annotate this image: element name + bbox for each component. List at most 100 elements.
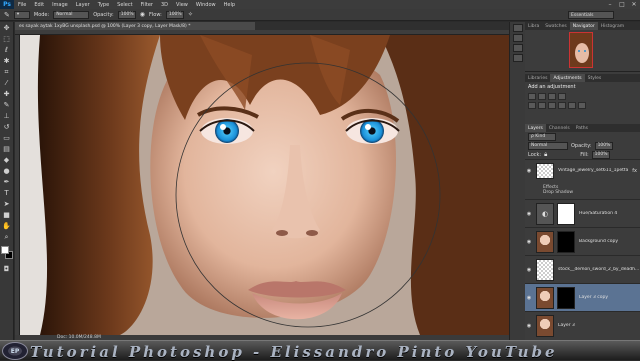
workspace-select[interactable]: Essentials: [568, 11, 614, 19]
move-tool-icon[interactable]: ✥: [1, 23, 13, 33]
curves-icon[interactable]: [548, 93, 556, 100]
menu-filter[interactable]: Filter: [137, 2, 157, 8]
tab-libraries-2[interactable]: Libraries: [525, 74, 550, 82]
pressure-opacity-icon[interactable]: ◉: [140, 11, 145, 18]
marquee-tool-icon[interactable]: ⬚: [1, 34, 13, 44]
character-panel-icon[interactable]: [512, 54, 523, 62]
stamp-tool-icon[interactable]: ⊥: [1, 111, 13, 121]
menu-image[interactable]: Image: [48, 2, 72, 8]
layer-row-selected[interactable]: ◉ Layer 3 copy: [525, 283, 640, 311]
blend-mode-select[interactable]: Normal: [528, 141, 568, 150]
drop-shadow-effect[interactable]: Drop Shadow: [543, 190, 640, 195]
channel-mixer-icon[interactable]: [578, 102, 586, 109]
hue-saturation-icon[interactable]: [538, 102, 546, 109]
tab-histogram[interactable]: Histogram: [598, 22, 627, 30]
mode-select[interactable]: Normal: [53, 10, 90, 19]
layer-row[interactable]: ◉ Background copy: [525, 227, 640, 255]
black-white-icon[interactable]: [558, 102, 566, 109]
foreground-color-swatch[interactable]: [0, 246, 9, 254]
layer-name[interactable]: Layer 3: [558, 323, 575, 328]
brightness-icon[interactable]: [528, 93, 536, 100]
tab-paths[interactable]: Paths: [573, 124, 591, 132]
layer-mask-thumbnail[interactable]: [557, 230, 575, 253]
eyedropper-tool-icon[interactable]: ⁄: [1, 78, 13, 88]
layer-mask-thumbnail[interactable]: [557, 286, 575, 309]
maximize-button[interactable]: □: [616, 0, 628, 9]
color-swatches[interactable]: [0, 246, 13, 260]
opacity-input[interactable]: 100%: [117, 10, 136, 19]
menu-select[interactable]: Select: [113, 2, 136, 8]
layer-row[interactable]: ◉ ◐ Hue/Saturation 4: [525, 199, 640, 227]
visibility-eye-icon[interactable]: ◉: [525, 323, 533, 329]
lasso-tool-icon[interactable]: ℓ: [1, 45, 13, 55]
layer-row[interactable]: ◉ stock__demon_sword_2_by_deadh...: [525, 255, 640, 283]
crop-tool-icon[interactable]: ⌗: [1, 67, 13, 77]
visibility-eye-icon[interactable]: ◉: [525, 295, 533, 301]
layer-opacity-input[interactable]: 100%: [594, 141, 613, 150]
shape-tool-icon[interactable]: ■: [1, 210, 13, 220]
menu-view[interactable]: View: [172, 2, 192, 8]
tab-swatches[interactable]: Swatches: [542, 22, 570, 30]
airbrush-icon[interactable]: ✧: [188, 11, 193, 18]
color-balance-icon[interactable]: [548, 102, 556, 109]
fx-icon[interactable]: fx: [632, 168, 637, 174]
brush-panel-icon[interactable]: [512, 44, 523, 52]
layer-row[interactable]: ◉ Vintage_jewelry_set611_1petfa fx: [525, 159, 640, 181]
menu-3d[interactable]: 3D: [157, 2, 172, 8]
menu-help[interactable]: Help: [220, 2, 239, 8]
healing-tool-icon[interactable]: ✚: [1, 89, 13, 99]
flow-input[interactable]: 100%: [165, 10, 184, 19]
layer-name[interactable]: Hue/Saturation 4: [579, 211, 617, 216]
properties-panel-icon[interactable]: [512, 34, 523, 42]
document-tab[interactable]: es sayak aytak 1xyBG unsplash.psd @ 100%…: [15, 22, 255, 30]
brush-tool-icon[interactable]: ✎: [4, 11, 10, 19]
close-button[interactable]: ✕: [628, 0, 640, 9]
quick-select-tool-icon[interactable]: ✱: [1, 56, 13, 66]
tab-adjustments[interactable]: Adjustments: [550, 74, 585, 82]
visibility-eye-icon[interactable]: ◉: [525, 239, 533, 245]
lock-icon[interactable]: 🔒︎: [544, 151, 547, 159]
zoom-tool-icon[interactable]: ⌕: [1, 232, 13, 242]
menu-type[interactable]: Type: [94, 2, 113, 8]
fill-input[interactable]: 100%: [591, 150, 610, 159]
brush-preset-picker[interactable]: ▾: [13, 10, 30, 19]
tab-styles[interactable]: Styles: [585, 74, 605, 82]
blur-tool-icon[interactable]: ◆: [1, 155, 13, 165]
layer-kind-filter[interactable]: ρ Kind: [528, 132, 556, 141]
levels-icon[interactable]: [538, 93, 546, 100]
layer-name[interactable]: Layer 3 copy: [579, 295, 608, 300]
pen-tool-icon[interactable]: ✒: [1, 177, 13, 187]
type-tool-icon[interactable]: T: [1, 188, 13, 198]
menu-window[interactable]: Window: [192, 2, 220, 8]
dodge-tool-icon[interactable]: ●: [1, 166, 13, 176]
visibility-eye-icon[interactable]: ◉: [525, 267, 533, 273]
tab-layers[interactable]: Layers: [525, 124, 546, 132]
tab-channels[interactable]: Channels: [546, 124, 573, 132]
document-canvas[interactable]: [20, 35, 509, 335]
exposure-icon[interactable]: [558, 93, 566, 100]
history-panel-icon[interactable]: [512, 24, 523, 32]
hand-tool-icon[interactable]: ✋: [1, 221, 13, 231]
photo-filter-icon[interactable]: [568, 102, 576, 109]
eraser-tool-icon[interactable]: ▭: [1, 133, 13, 143]
history-brush-icon[interactable]: ↺: [1, 122, 13, 132]
navigator-thumbnail[interactable]: [569, 32, 593, 68]
gradient-tool-icon[interactable]: ▤: [1, 144, 13, 154]
minimize-button[interactable]: –: [604, 0, 616, 9]
tab-navigator[interactable]: Navigator: [569, 22, 598, 30]
path-select-icon[interactable]: ➤: [1, 199, 13, 209]
layer-name[interactable]: stock__demon_sword_2_by_deadh...: [558, 267, 639, 272]
menu-layer[interactable]: Layer: [72, 2, 94, 8]
tab-libraries[interactable]: Libra: [525, 22, 542, 30]
quick-mask-icon[interactable]: ◘: [1, 264, 13, 274]
layer-name[interactable]: Vintage_jewelry_set611_1petfa: [558, 168, 628, 173]
vibrance-icon[interactable]: [528, 102, 536, 109]
layer-row[interactable]: ◉ Layer 3: [525, 311, 640, 339]
menu-edit[interactable]: Edit: [30, 2, 48, 8]
visibility-eye-icon[interactable]: ◉: [525, 168, 533, 174]
brush-tool-icon-side[interactable]: ✎: [1, 100, 13, 110]
layer-name[interactable]: Background copy: [579, 239, 618, 244]
layer-mask-thumbnail[interactable]: [557, 202, 575, 225]
menu-file[interactable]: File: [14, 2, 30, 8]
visibility-eye-icon[interactable]: ◉: [525, 211, 533, 217]
